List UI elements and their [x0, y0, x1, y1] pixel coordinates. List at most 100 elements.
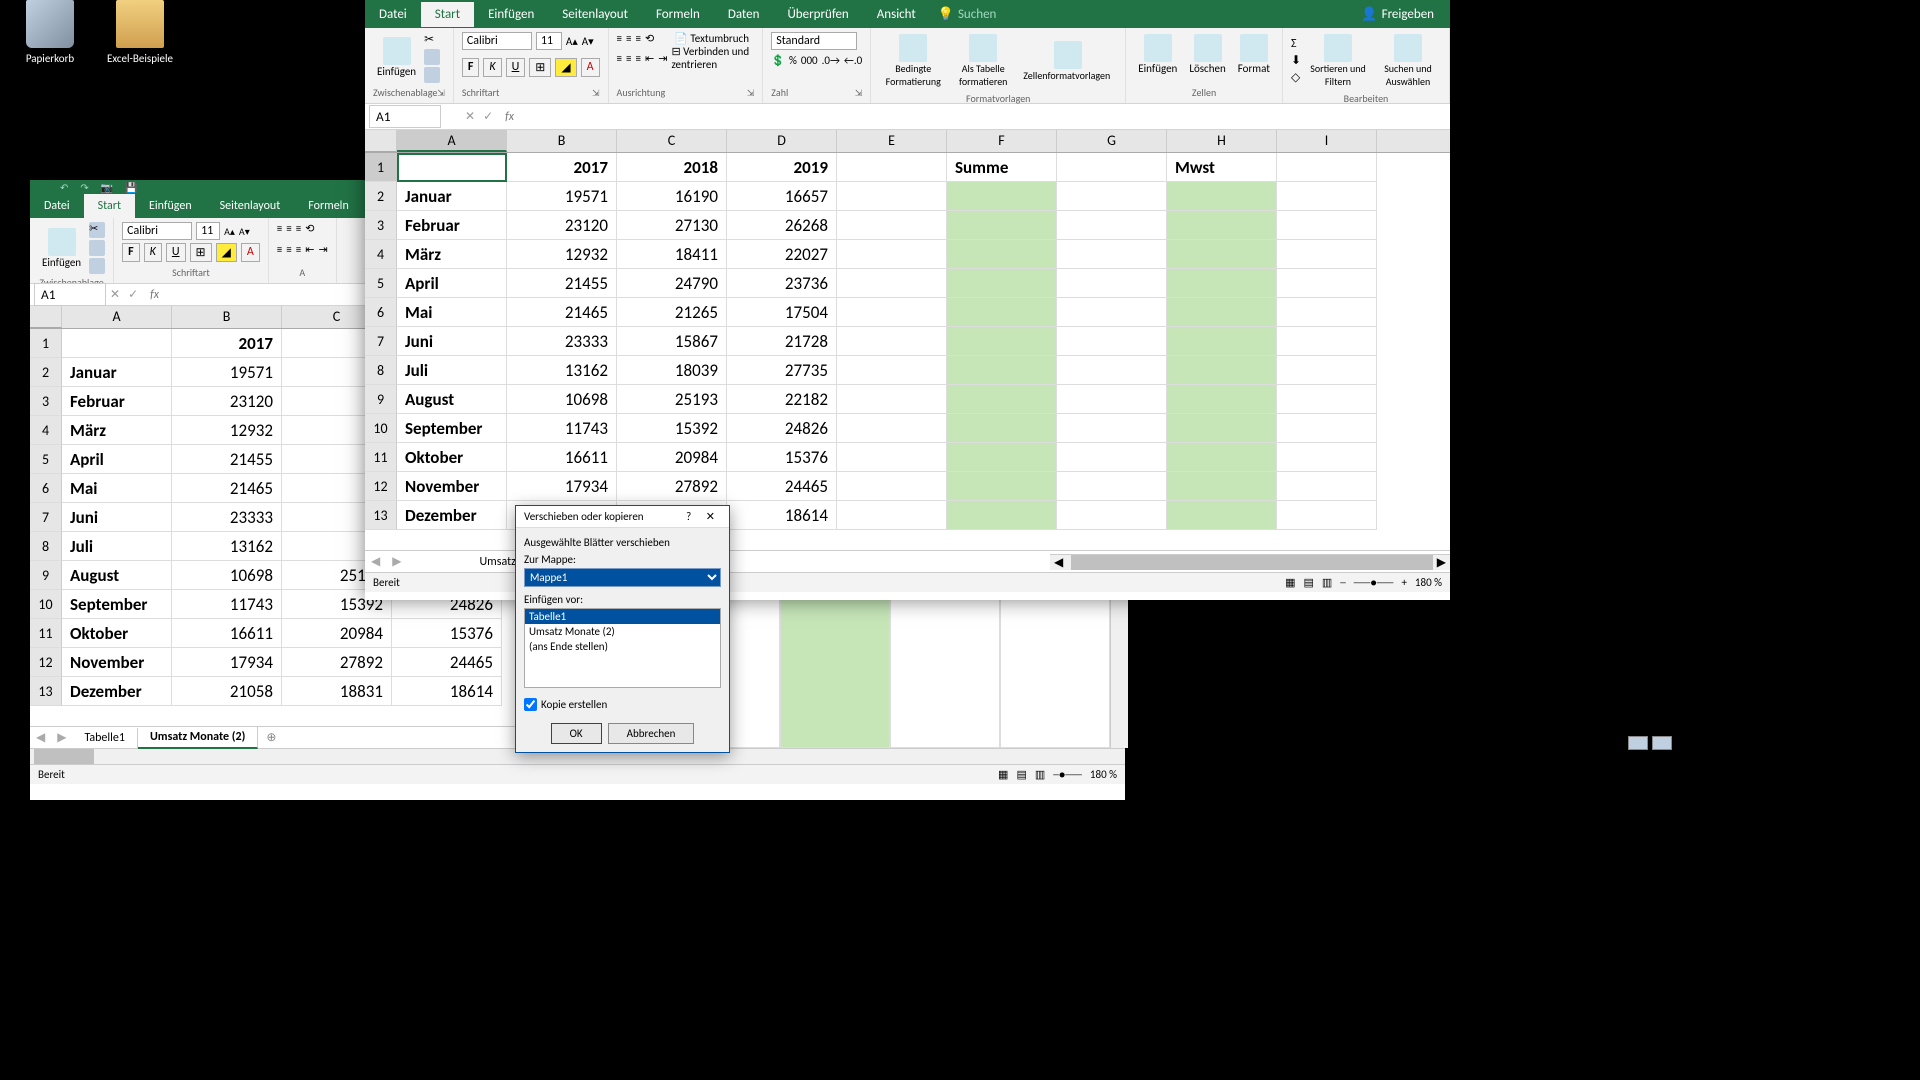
- cell[interactable]: [1167, 327, 1277, 356]
- cell[interactable]: 26268: [727, 211, 837, 240]
- cell[interactable]: 24465: [727, 472, 837, 501]
- align-center-icon[interactable]: ≡: [626, 52, 631, 65]
- cell[interactable]: November: [397, 472, 507, 501]
- view-normal-icon[interactable]: ▦: [1285, 576, 1295, 589]
- cell[interactable]: Dezember: [62, 677, 172, 706]
- wrap-text-button[interactable]: 📄 Textumbruch: [674, 32, 749, 45]
- shrink-font-icon[interactable]: A▾: [582, 35, 594, 48]
- cell[interactable]: August: [397, 385, 507, 414]
- underline-button[interactable]: U: [506, 58, 526, 77]
- underline-button[interactable]: U: [166, 243, 186, 262]
- row-header[interactable]: 8: [365, 356, 397, 385]
- cell[interactable]: 11743: [507, 414, 617, 443]
- dialog-close-button[interactable]: ✕: [700, 510, 721, 523]
- row-header[interactable]: 1: [365, 153, 397, 182]
- cell[interactable]: 18614: [392, 677, 502, 706]
- row-header[interactable]: 6: [30, 474, 62, 503]
- fx-icon[interactable]: fx: [142, 288, 167, 302]
- tab-insert[interactable]: Einfügen: [474, 2, 548, 27]
- cell[interactable]: November: [62, 648, 172, 677]
- align-bot-icon[interactable]: ≡: [636, 32, 641, 45]
- list-item[interactable]: (ans Ende stellen): [525, 639, 720, 654]
- cell[interactable]: Dezember: [397, 501, 507, 530]
- cell[interactable]: April: [62, 445, 172, 474]
- cell[interactable]: [837, 472, 947, 501]
- dialog-launcher-icon[interactable]: ⇲: [437, 88, 445, 99]
- cell[interactable]: August: [62, 561, 172, 590]
- col-header-a[interactable]: A: [62, 306, 172, 328]
- cell[interactable]: 21455: [172, 445, 282, 474]
- border-button[interactable]: ⊞: [190, 243, 212, 262]
- enter-formula-icon[interactable]: ✓: [124, 287, 142, 302]
- cell[interactable]: [1277, 269, 1377, 298]
- select-all-corner[interactable]: [365, 130, 397, 152]
- cell[interactable]: 15376: [727, 443, 837, 472]
- cell[interactable]: 21728: [727, 327, 837, 356]
- cell[interactable]: 17934: [172, 648, 282, 677]
- tab-pagelayout[interactable]: Seitenlayout: [548, 2, 642, 27]
- bold-button[interactable]: F: [462, 58, 480, 77]
- cell[interactable]: [1057, 501, 1167, 530]
- row-header[interactable]: 13: [365, 501, 397, 530]
- font-family-select[interactable]: [122, 222, 192, 240]
- view-pagelayout-icon[interactable]: ▤: [1016, 768, 1026, 781]
- row-header[interactable]: 4: [365, 240, 397, 269]
- cell[interactable]: [1277, 182, 1377, 211]
- cell[interactable]: 18614: [727, 501, 837, 530]
- bold-button[interactable]: F: [122, 243, 140, 262]
- percent-icon[interactable]: %: [789, 54, 797, 67]
- cell[interactable]: [947, 501, 1057, 530]
- row-header[interactable]: 12: [365, 472, 397, 501]
- delete-cells-button[interactable]: Löschen: [1185, 32, 1229, 77]
- cell[interactable]: 16611: [507, 443, 617, 472]
- sheet-nav-prev-icon[interactable]: ◀: [365, 554, 386, 569]
- cell[interactable]: März: [62, 416, 172, 445]
- cell[interactable]: [1277, 356, 1377, 385]
- sheet-tab-tabelle1[interactable]: Tabelle1: [72, 728, 138, 748]
- cell[interactable]: 27892: [617, 472, 727, 501]
- cell-styles-button[interactable]: Zellenformatvorlagen: [1019, 39, 1117, 84]
- copy-icon[interactable]: [89, 240, 105, 256]
- cell[interactable]: [1057, 211, 1167, 240]
- dec-decimal-icon[interactable]: ←.0: [844, 54, 862, 67]
- cell[interactable]: April: [397, 269, 507, 298]
- cell[interactable]: 19571: [172, 358, 282, 387]
- cell[interactable]: 21265: [617, 298, 727, 327]
- cell[interactable]: 17934: [507, 472, 617, 501]
- cell[interactable]: [1057, 472, 1167, 501]
- fill-button[interactable]: ◢: [555, 58, 576, 77]
- cell[interactable]: 24465: [392, 648, 502, 677]
- col-header-c[interactable]: C: [617, 130, 727, 152]
- tab-formulas[interactable]: Formeln: [294, 194, 362, 218]
- align-left-icon[interactable]: ≡: [277, 243, 282, 256]
- indent-dec-icon[interactable]: ⇤: [305, 243, 314, 256]
- cell[interactable]: [1057, 385, 1167, 414]
- cell[interactable]: [1057, 269, 1167, 298]
- view-normal-icon[interactable]: ▦: [998, 768, 1008, 781]
- cell[interactable]: [837, 211, 947, 240]
- cell[interactable]: [837, 153, 947, 182]
- cell[interactable]: [947, 182, 1057, 211]
- cell[interactable]: 19571: [507, 182, 617, 211]
- cell[interactable]: Summe: [947, 153, 1057, 182]
- align-right-icon[interactable]: ≡: [296, 243, 301, 256]
- row-header[interactable]: 7: [365, 327, 397, 356]
- grow-font-icon[interactable]: A▴: [566, 35, 578, 48]
- col-header-h[interactable]: H: [1167, 130, 1277, 152]
- cancel-formula-icon[interactable]: ✕: [106, 287, 124, 302]
- vertical-scrollbar[interactable]: [1110, 598, 1128, 748]
- copy-checkbox-label[interactable]: Kopie erstellen: [524, 698, 721, 711]
- ok-button[interactable]: OK: [551, 723, 602, 744]
- cell[interactable]: [947, 414, 1057, 443]
- green-cell[interactable]: [780, 598, 890, 748]
- cancel-formula-icon[interactable]: ✕: [461, 109, 479, 124]
- merge-button[interactable]: ⊟ Verbinden und zentrieren: [671, 45, 754, 71]
- cell[interactable]: Januar: [62, 358, 172, 387]
- cell[interactable]: Februar: [397, 211, 507, 240]
- cell[interactable]: [837, 182, 947, 211]
- dialog-launcher-icon[interactable]: ⇲: [747, 88, 755, 99]
- cut-icon[interactable]: ✂: [89, 222, 105, 238]
- indent-inc-icon[interactable]: ⇥: [318, 243, 327, 256]
- cell[interactable]: [947, 240, 1057, 269]
- insert-cells-button[interactable]: Einfügen: [1134, 32, 1181, 77]
